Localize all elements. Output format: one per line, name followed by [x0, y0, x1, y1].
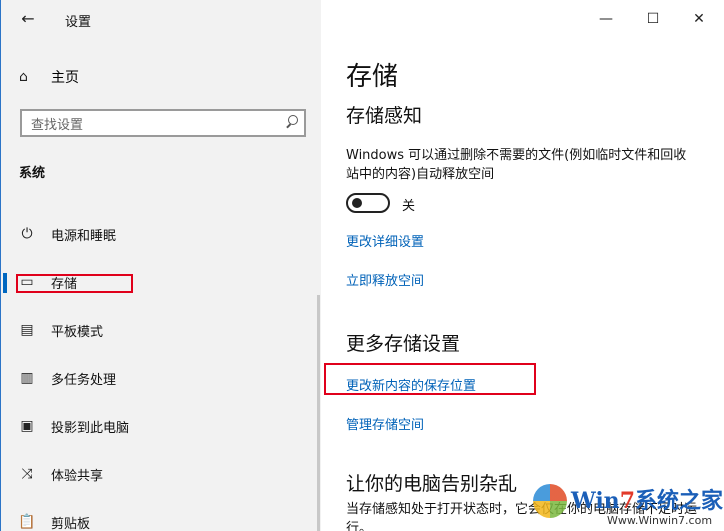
windows-logo-icon	[533, 484, 567, 518]
manage-storage-link[interactable]: 管理存储空间	[346, 414, 424, 433]
watermark-brand: Win7系统之家	[571, 483, 723, 515]
search-placeholder[interactable]: 查找设置	[31, 114, 282, 133]
watermark: Win7系统之家 Www.Winwin7.com	[527, 481, 724, 531]
clipboard-icon: 📋	[18, 514, 36, 530]
toggle-knob	[352, 198, 362, 208]
free-space-link[interactable]: 立即释放空间	[346, 270, 424, 289]
tablet-icon: ▤	[20, 322, 34, 338]
projecting-icon: ▣	[20, 418, 34, 434]
maximize-icon[interactable]: ☐	[638, 8, 668, 30]
sidebar-item-multitasking[interactable]: ▥ 多任务处理	[1, 358, 321, 398]
highlight-box-save-location	[324, 363, 536, 395]
back-arrow-icon[interactable]: ←	[15, 8, 41, 30]
brand-cn: 系统之家	[635, 488, 724, 514]
sidebar-item-label: 剪贴板	[51, 516, 91, 531]
minimize-icon[interactable]: —	[591, 8, 621, 30]
sidebar-item-label: 体验共享	[51, 468, 104, 484]
sidebar-item-label: 投影到此电脑	[51, 420, 130, 436]
app-title: 设置	[65, 15, 92, 30]
section-title: 系统	[19, 166, 46, 181]
storage-sense-toggle[interactable]	[346, 193, 390, 213]
sidebar-item-label: 电源和睡眠	[51, 228, 117, 244]
brand-win: Win	[571, 488, 620, 514]
page-title: 存储	[346, 62, 399, 92]
main-content: — ☐ ✕ 存储 存储感知 Windows 可以通过删除不需要的文件(例如临时文…	[321, 0, 724, 531]
sidebar-item-shared-experiences[interactable]: ⤨ 体验共享	[1, 454, 321, 494]
storage-sense-heading: 存储感知	[346, 105, 423, 127]
sidebar-item-power-sleep[interactable]: ⏻ 电源和睡眠	[1, 214, 321, 254]
toggle-state-label: 关	[402, 199, 416, 214]
sidebar: ← 设置 ⌂ 主页 查找设置 系统 ⏻ 电源和睡眠 ▭ 存储 ▤ 平板模式 ▥ …	[0, 0, 321, 531]
highlight-box-storage	[16, 274, 133, 293]
sidebar-item-tablet-mode[interactable]: ▤ 平板模式	[1, 310, 321, 350]
brand-seven: 7	[619, 488, 635, 514]
sidebar-item-home[interactable]: ⌂ 主页	[19, 66, 219, 88]
more-storage-heading: 更多存储设置	[346, 333, 461, 355]
declutter-heading: 让你的电脑告别杂乱	[346, 473, 518, 495]
settings-window: ← 设置 ⌂ 主页 查找设置 系统 ⏻ 电源和睡眠 ▭ 存储 ▤ 平板模式 ▥ …	[0, 0, 724, 531]
active-indicator	[3, 273, 7, 293]
power-icon: ⏻	[21, 226, 33, 242]
shared-experiences-icon: ⤨	[21, 466, 33, 482]
search-icon[interactable]	[282, 112, 304, 134]
close-icon[interactable]: ✕	[684, 8, 714, 30]
sidebar-item-label: 多任务处理	[51, 372, 117, 388]
sidebar-item-label: 平板模式	[51, 324, 104, 340]
multitasking-icon: ▥	[20, 370, 34, 386]
sidebar-item-projecting[interactable]: ▣ 投影到此电脑	[1, 406, 321, 446]
sidebar-item-clipboard[interactable]: 📋 剪贴板	[1, 502, 321, 531]
search-box[interactable]: 查找设置	[20, 109, 306, 137]
storage-sense-description: Windows 可以通过删除不需要的文件(例如临时文件和回收站中的内容)自动释放…	[346, 148, 687, 182]
home-label: 主页	[51, 70, 79, 86]
home-icon: ⌂	[19, 69, 28, 85]
sidebar-scrollbar[interactable]	[317, 295, 320, 531]
watermark-url: Www.Winwin7.com	[607, 514, 713, 527]
change-settings-link[interactable]: 更改详细设置	[346, 231, 424, 250]
